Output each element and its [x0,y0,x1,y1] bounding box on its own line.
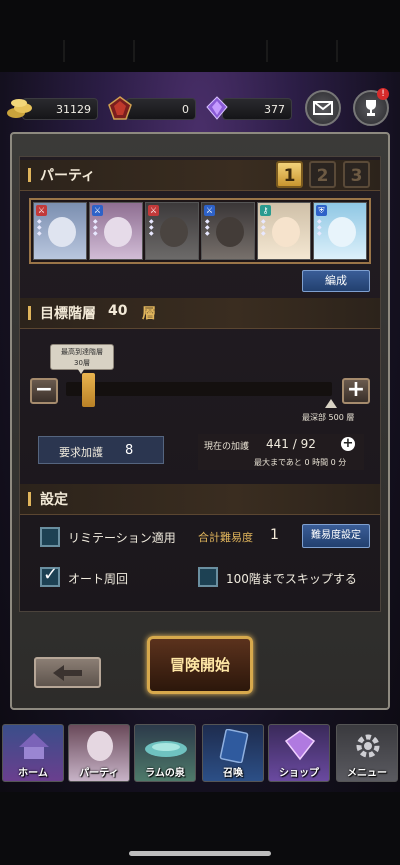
bezel-mark [336,40,338,62]
auto-loop-label: オート周回 [68,572,129,586]
home-icon [19,733,49,759]
target-floor-unit: 層 [142,306,156,322]
nav-shop[interactable]: ショップ [268,724,330,782]
party-member-3[interactable]: ⚔ ◆ ◆ ◆ [145,202,199,260]
nav-party[interactable]: パーティ [68,724,130,782]
summon-card-icon [219,729,249,763]
current-blessing-value: 441 / 92 [266,437,316,451]
nav-shop-label: ショップ [279,768,319,779]
party-character-icon [87,731,113,761]
header-accent [28,492,31,506]
party-member-4[interactable]: ⚔ ◆ ◆ ◆ [201,202,255,260]
rank-stars: ◆ ◆ ◆ [149,218,154,237]
mail-icon [313,101,333,115]
nav-party-label: パーティ [79,768,119,779]
header-accent [28,306,31,320]
highest-floor-tooltip: 最高到達階層 30層 [50,344,114,370]
time-to-max: 最大まであと 0 時間 0 分 [254,458,347,467]
character-portrait [104,217,132,247]
party-member-5[interactable]: ⚷ ◆ ◆ ◆ [257,202,311,260]
total-difficulty-label: 合計難易度 [198,531,253,544]
fountain-icon [145,741,187,757]
skip-label: 100階までスキップする [226,572,357,586]
required-blessing-label: 要求加護 [59,446,103,459]
target-floor-value: 40 [108,303,128,319]
limitation-checkbox[interactable] [40,527,60,547]
nav-menu[interactable]: メニュー [336,724,398,782]
nav-fountain-label: ラムの泉 [145,768,185,779]
settings-title: 設定 [40,492,68,508]
party-member-2[interactable]: ⚔ ◆ ◆ ◆ [89,202,143,260]
sword-icon: ⚔ [148,205,159,216]
character-portrait [216,217,244,247]
total-difficulty-value: 1 [270,527,279,543]
auto-loop-checkbox[interactable] [40,564,60,587]
current-blessing-label: 現在の加護 [204,442,250,452]
nav-summon[interactable]: 召喚 [202,724,264,782]
mail-button[interactable] [305,90,341,126]
add-blessing-button[interactable]: + [341,437,355,451]
rank-stars: ◆ ◆ ◆ [261,218,266,237]
edit-party-button[interactable]: 編成 [302,270,370,292]
tooltip-label: 最高到達階層 [61,348,103,356]
gem-counter: 0 [126,98,196,120]
party-member-6[interactable]: ⛨ ◆ ◆ ◆ [313,202,367,260]
nav-home-label: ホーム [18,768,48,779]
trophy-icon [366,100,376,116]
target-floor-title: 目標階層 [40,306,96,322]
crystal-counter: 377 [222,98,292,120]
skip-checkbox[interactable] [198,567,218,587]
top-bezel [0,0,400,72]
key-icon: ⚷ [260,205,271,216]
limitation-label: リミテーション適用 [68,531,176,545]
floor-slider-thumb[interactable] [82,373,95,407]
start-adventure-button[interactable]: 冒険開始 [147,636,253,694]
home-indicator [129,851,271,856]
bezel-mark [63,40,65,62]
shield-icon: ⛨ [316,205,327,216]
sword-icon: ⚔ [36,205,47,216]
settings-header: 設定 [20,484,380,515]
character-portrait [272,217,300,247]
back-arrow-icon [52,664,82,681]
notification-badge: ! [377,88,389,100]
crystal-icon [203,95,231,121]
sword-icon: ⚔ [92,205,103,216]
header-accent [28,168,31,182]
nav-fountain[interactable]: ラムの泉 [134,724,196,782]
rank-stars: ◆ ◆ ◆ [317,218,322,237]
character-portrait [328,217,356,247]
bezel-mark [133,40,135,62]
floor-decrease-button[interactable]: − [30,378,58,404]
required-blessing-box: 要求加護 8 [38,436,164,464]
deepest-floor-label: 最深部 500 層 [302,413,355,422]
rank-stars: ◆ ◆ ◆ [93,218,98,237]
floor-increase-button[interactable]: + [342,378,370,404]
party-title: パーティ [40,168,96,184]
target-floor-header: 目標階層 40 層 [20,298,380,329]
nav-summon-label: 召喚 [223,768,243,779]
character-portrait [48,217,76,247]
red-gem-icon [106,95,134,121]
party-tab-3[interactable]: 3 [343,161,370,188]
shop-gem-icon [284,730,316,761]
gold-coins-icon [6,95,34,121]
rank-stars: ◆ ◆ ◆ [205,218,210,237]
difficulty-setting-button[interactable]: 難易度設定 [302,524,370,548]
sword-icon: ⚔ [204,205,215,216]
party-member-1[interactable]: ⚔ ◆ ◆ ◆ [33,202,87,260]
required-blessing-value: 8 [125,443,134,458]
rank-stars: ◆ ◆ ◆ [37,218,42,237]
gear-icon [356,734,380,758]
bezel-mark [266,40,268,62]
party-tab-2[interactable]: 2 [309,161,336,188]
current-blessing-box: 現在の加護 441 / 92 + 最大まであと 0 時間 0 分 [198,434,364,470]
back-button[interactable] [34,657,101,688]
floor-slider-track[interactable] [66,382,332,396]
party-tab-1[interactable]: 1 [276,161,303,188]
nav-home[interactable]: ホーム [2,724,64,782]
deepest-marker [325,399,337,408]
character-portrait [160,217,188,247]
nav-menu-label: メニュー [347,768,387,779]
